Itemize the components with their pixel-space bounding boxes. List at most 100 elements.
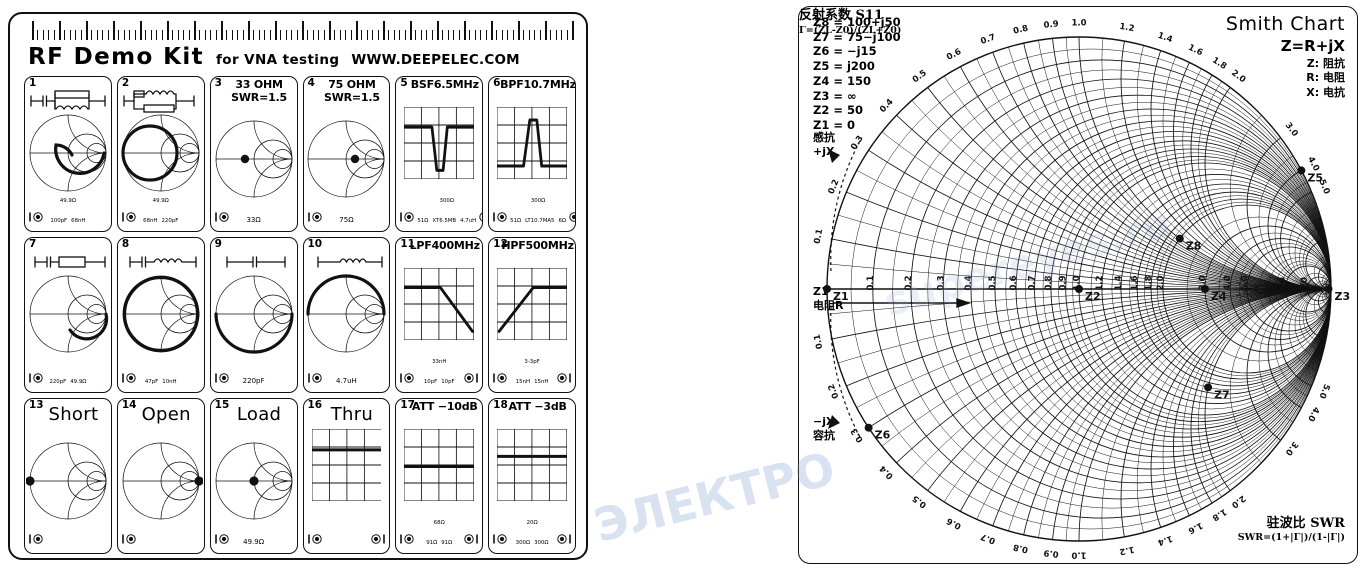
ruler-minor-tick [199,30,201,40]
connector-left [28,208,44,227]
ruler-minor-tick [102,30,104,40]
component-value: 91Ω [426,540,438,546]
cell-pads: 75Ω [304,185,390,229]
kit-cell-17[interactable]: 17 ATT −10dB 68Ω 91Ω 91Ω [395,398,484,554]
sma-connector-icon [122,534,136,544]
kit-cell-18[interactable]: 18 ATT −3dB 20Ω 300Ω 300Ω [488,398,576,554]
ruler-minor-tick [550,30,552,40]
ruler-minor-tick [420,30,422,40]
ruler-minor-tick [253,30,255,40]
component-value: 20Ω [526,520,538,526]
kit-cell-2[interactable]: 2 49.9Ω 68nH 220pF [116,76,205,232]
sma-connector-icon [493,212,507,222]
component-values: 68Ω 91Ω 91Ω [415,509,463,549]
ruler-minor-tick [361,30,363,40]
ruler-minor-tick [150,30,152,40]
ruler-minor-tick [231,30,233,40]
cell-number: 8 [121,238,130,250]
ruler-minor-tick [204,30,206,40]
kit-cell-8[interactable]: 8 47pF 10nH [116,237,205,393]
ruler-minor-tick [366,30,368,40]
component-value: 300Ω [530,198,546,204]
ruler-major-tick [113,21,115,40]
ruler-minor-tick [123,30,125,40]
impedance-marker-z4[interactable] [1201,285,1209,293]
connector-left [399,530,415,549]
ruler-minor-tick [215,30,217,40]
impedance-marker-z8[interactable] [1175,234,1184,243]
sma-connector-icon [569,212,576,222]
ruler-major-tick [86,21,88,40]
ruler-minor-tick [264,30,266,40]
kit-cell-16[interactable]: 16 Thru [302,398,391,554]
kit-cell-7[interactable]: 7 220pF 49.9Ω [24,237,112,393]
cell-number: 7 [29,238,37,250]
cell-schematic [25,250,111,274]
ruler-minor-tick [64,30,66,40]
impedance-marker-z3[interactable] [1324,285,1333,293]
resistance-tick-label: 1.8 [1144,275,1154,290]
sma-connector-icon [464,534,478,544]
connector-left [307,208,323,227]
reactance-tick-label: 0.8 [1012,541,1029,554]
cell-pads [304,507,390,551]
kit-cell-12[interactable]: 12 HPF500MHz 3-3pF 15nH 15nH [488,237,576,393]
response-plot-att3 [495,428,569,502]
kit-cell-1[interactable]: 1 49.9Ω 100pF 68nH [24,76,112,232]
impedance-marker-label: Z4 [1211,290,1227,303]
resistance-tick-label: 1.4 [1114,275,1124,290]
kit-cell-3[interactable]: 3 33 OHM SWR=1.5 33Ω [209,76,298,232]
component-value: 49.9Ω [70,379,87,385]
kit-cell-4[interactable]: 4 75 OHM SWR=1.5 75Ω [302,76,391,232]
impedance-marker-z7[interactable] [1204,383,1213,392]
impedance-marker-z2[interactable] [1075,285,1083,293]
ruler-minor-tick [393,30,395,40]
kit-cell-14[interactable]: 14 Open [116,398,205,554]
ruler-minor-tick [555,30,557,40]
cell-title: ATT −3dB [508,400,567,413]
component-value: XT6.5MB [432,218,457,224]
impedance-marker-label: Z1 [833,290,849,303]
cell-title: BSF6.5MHz [410,78,479,91]
ruler-minor-tick [372,30,374,40]
kit-cell-6[interactable]: 6 BPF10.7MHz 300Ω 51Ω LT10.7MA5 6Ω [488,76,576,232]
sma-connector-icon [493,373,507,383]
reactance-tick-label: 0.6 [945,47,963,63]
impedance-marker-z5[interactable] [1297,166,1306,175]
impedance-marker-z1[interactable] [823,285,831,293]
mini-smith-chart [29,114,107,192]
ruler-major-tick [275,21,277,40]
ruler-minor-tick [485,30,487,40]
kit-cell-11[interactable]: 11 LPF400MHz 33nH 10pF 10pF [395,237,484,393]
kit-cell-13[interactable]: 13 Short [24,398,112,554]
ruler-minor-tick [442,30,444,40]
kit-cell-10[interactable]: 10 4.7uH [302,237,391,393]
reactance-tick-label: 1.0 [1071,19,1086,29]
sma-connector-icon [400,534,415,544]
reactance-tick-label: 0.4 [878,463,896,481]
resistance-tick-label: 0.3 [936,275,946,290]
kit-cell-5[interactable]: 5 BSF6.5MHz 300Ω 51Ω XT6.5MB 4.7uH [395,76,484,232]
resistance-tick-label: 0.9 [1059,275,1069,290]
ruler-minor-tick [388,30,390,40]
sma-connector-icon [557,373,571,383]
sma-connector-icon [122,212,136,222]
sma-connector-icon [307,212,322,222]
brand-url: WWW.DEEPELEC.COM [351,52,520,68]
ruler-minor-tick [566,30,568,40]
reactance-tick-label: 0.5 [911,493,929,510]
mini-smith-chart [122,275,200,353]
ruler-major-tick [518,21,520,40]
ruler-minor-tick [183,30,185,40]
cell-number: 2 [121,77,130,89]
impedance-marker-z6[interactable] [864,423,873,432]
component-value: 10nH [162,379,177,385]
kit-cell-9[interactable]: 9 220pF [209,237,298,393]
connector-right [478,208,483,227]
kit-cell-15[interactable]: 15 Load 49.9Ω [209,398,298,554]
sma-connector-icon [493,534,507,544]
ruler-minor-tick [458,30,460,40]
component-values: 49.9Ω 100pF 68nH [44,187,92,227]
reactance-tick-label: 0.7 [979,32,997,47]
component-value: LT10.7MA5 [525,218,555,224]
